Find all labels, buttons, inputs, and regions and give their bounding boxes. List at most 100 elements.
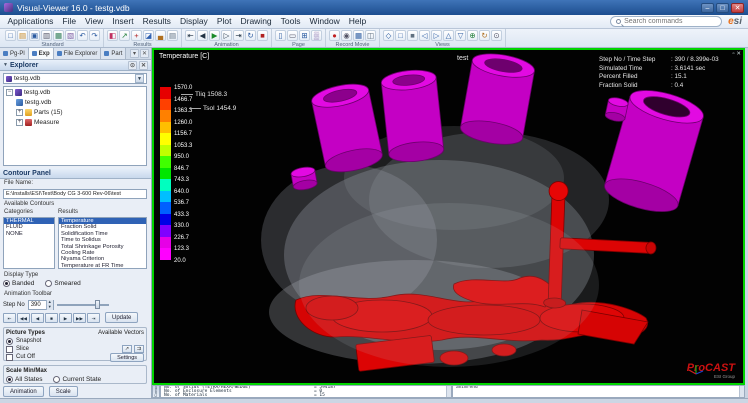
play-icon[interactable]: ▶ (209, 30, 220, 41)
file-name-field[interactable]: E:\Installs\ESI\Test\Body CG 3-600 Rev-0… (3, 189, 147, 199)
probe-icon[interactable]: + (131, 30, 142, 41)
stop-icon[interactable]: ■ (45, 313, 58, 323)
category-item-none[interactable]: NONE (4, 231, 54, 237)
slice-option[interactable]: Slice (6, 346, 29, 353)
search-input[interactable] (624, 18, 710, 25)
menu-item-display[interactable]: Display (175, 15, 212, 28)
top-view-icon[interactable]: △ (443, 30, 454, 41)
back-view-icon[interactable]: ■ (407, 30, 418, 41)
step-spinner[interactable]: 390 ▲▼ (28, 300, 54, 310)
save-icon[interactable]: ▣ (29, 30, 40, 41)
record-icon[interactable]: ● (329, 30, 340, 41)
expand-icon[interactable]: + (16, 119, 23, 126)
new-page-icon[interactable]: □ (5, 30, 16, 41)
radio-current-state[interactable]: Current State (53, 376, 101, 383)
film-icon[interactable]: ▦ (353, 30, 364, 41)
right-view-icon[interactable]: ▷ (431, 30, 442, 41)
menu-item-help[interactable]: Help (344, 15, 370, 28)
console-output-right[interactable]: animrend (452, 385, 745, 398)
report-icon[interactable]: ▤ (167, 30, 178, 41)
tab-file-explorer[interactable]: File Explorer (54, 48, 102, 59)
pin-icon[interactable]: ⊙ (128, 61, 137, 70)
step-forward-icon[interactable]: ▶ (59, 313, 72, 323)
last-frame-icon[interactable]: ⇥ (233, 30, 244, 41)
snapshot-option[interactable]: Snapshot (6, 337, 144, 345)
print-icon[interactable]: ▥ (41, 30, 52, 41)
animation-button[interactable]: Animation (3, 386, 44, 397)
bottom-view-icon[interactable]: ▽ (455, 30, 466, 41)
camera-icon[interactable]: ◉ (341, 30, 352, 41)
combo-arrow-icon[interactable]: ▼ (135, 74, 144, 83)
tab-exp[interactable]: Exp (29, 48, 54, 59)
menu-item-drawing[interactable]: Drawing (236, 15, 276, 28)
contour-icon[interactable]: ◧ (107, 30, 118, 41)
radio-smeared[interactable]: Smeared (45, 280, 80, 287)
results-list[interactable]: TemperatureFraction SolidSolidification … (58, 217, 147, 269)
collapse-icon[interactable]: − (6, 89, 13, 96)
undo-icon[interactable]: ↶ (77, 30, 88, 41)
cutoff-option[interactable]: Cut Off (6, 354, 35, 361)
tree-item-testg-vdb[interactable]: testg.vdb (4, 97, 146, 107)
step-slider[interactable] (57, 300, 109, 309)
scale-button[interactable]: Scale (49, 386, 78, 397)
result-item-temperature-at-fr-time[interactable]: Temperature at FR Time (59, 263, 146, 269)
menu-item-tools[interactable]: Tools (276, 15, 305, 28)
update-button[interactable]: Update (105, 312, 138, 323)
first-step-icon[interactable]: ⇤ (3, 313, 16, 323)
search-box[interactable] (610, 16, 722, 27)
rotate-view-icon[interactable]: ↻ (479, 30, 490, 41)
fit-view-icon[interactable]: ⊕ (467, 30, 478, 41)
minimize-button[interactable]: – (701, 3, 714, 13)
child-restore-icon[interactable]: ▫ (732, 51, 734, 57)
prev-frame-icon[interactable]: ◀ (197, 30, 208, 41)
tree-item-root[interactable]: − testg.vdb (4, 87, 146, 97)
tree-item-measure[interactable]: +Measure (4, 117, 146, 127)
tab-pg-pl[interactable]: Pg-Pl (0, 48, 29, 59)
stop-frame-icon[interactable]: ■ (257, 30, 268, 41)
slider-thumb[interactable] (95, 300, 100, 309)
chart-icon[interactable]: ▄ (155, 30, 166, 41)
front-view-icon[interactable]: □ (395, 30, 406, 41)
copy-icon[interactable]: ▦ (53, 30, 64, 41)
tree-item-parts-15[interactable]: +Parts (15) (4, 107, 146, 117)
categories-list[interactable]: THERMALFLUIDNONE (3, 217, 55, 269)
fast-forward-icon[interactable]: ▶▶ (73, 313, 86, 323)
page-setup-icon[interactable]: ▭ (287, 30, 298, 41)
chevron-down-icon[interactable]: ▼ (3, 62, 8, 68)
expand-icon[interactable]: + (16, 109, 23, 116)
open-icon[interactable]: ▤ (17, 30, 28, 41)
close-button[interactable]: ✕ (731, 3, 744, 13)
menu-item-window[interactable]: Window (305, 15, 344, 28)
dataset-combo[interactable]: testg.vdb ▼ (3, 73, 147, 84)
menu-item-plot[interactable]: Plot (212, 15, 236, 28)
panel-close-icon[interactable]: ✕ (140, 49, 149, 58)
last-step-icon[interactable]: ⇥ (87, 313, 100, 323)
menu-item-insert[interactable]: Insert (108, 15, 138, 28)
radio-banded[interactable]: Banded (3, 280, 34, 287)
maximize-button[interactable]: □ (716, 3, 729, 13)
menu-item-view[interactable]: View (81, 15, 108, 28)
layers-icon[interactable]: ▒ (311, 30, 322, 41)
grid-icon[interactable]: ⊞ (299, 30, 310, 41)
zoom-view-icon[interactable]: ⊙ (491, 30, 502, 41)
vector-icon[interactable]: ↗ (119, 30, 130, 41)
next-frame-icon[interactable]: ▷ (221, 30, 232, 41)
left-view-icon[interactable]: ◁ (419, 30, 430, 41)
settings-button[interactable]: Settings (110, 353, 144, 362)
console-output-left[interactable]: No. of Solids (TETRA/HEXA/WEDGE)= 594187… (160, 385, 452, 398)
redo-icon[interactable]: ↷ (89, 30, 100, 41)
first-frame-icon[interactable]: ⇤ (185, 30, 196, 41)
radio-all-states[interactable]: All States (6, 376, 42, 383)
menu-item-applications[interactable]: Applications (3, 15, 58, 28)
dock-menu-icon[interactable]: ▾ (130, 49, 139, 58)
snapshot-icon[interactable]: ◫ (365, 30, 376, 41)
spinner-down-icon[interactable]: ▼ (46, 305, 53, 310)
explorer-close-icon[interactable]: ✕ (139, 61, 148, 70)
loop-icon[interactable]: ↻ (245, 30, 256, 41)
section-icon[interactable]: ◪ (143, 30, 154, 41)
new-layout-icon[interactable]: ▯ (275, 30, 286, 41)
iso-view-icon[interactable]: ◇ (383, 30, 394, 41)
console-scrollbar[interactable] (446, 386, 451, 397)
menu-item-file[interactable]: File (58, 15, 81, 28)
viewport-3d[interactable]: test ▫ ✕ Temperature [C] 1570.01466.7136… (152, 48, 745, 385)
